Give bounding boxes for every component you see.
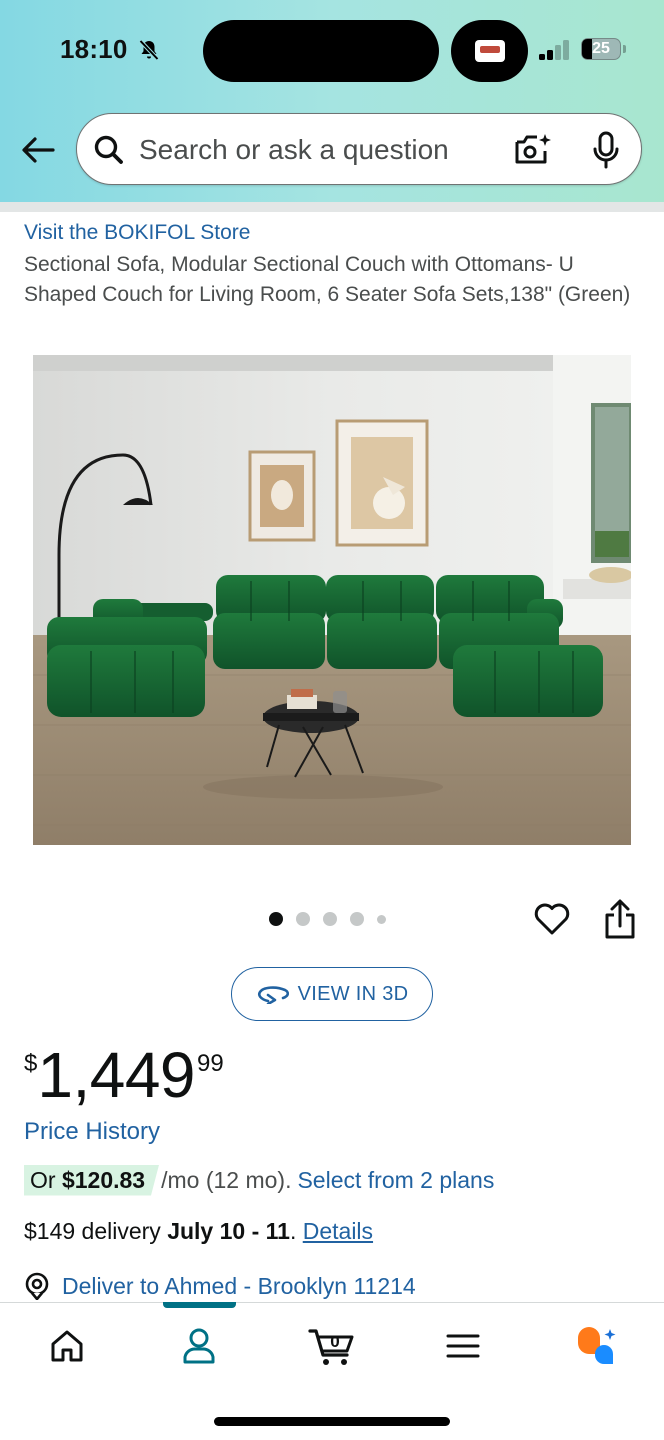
carousel-dot[interactable] xyxy=(377,914,386,924)
price: $ 1,449 99 xyxy=(24,1040,224,1110)
tab-cart[interactable]: 0 xyxy=(302,1321,362,1371)
battery-icon: 25 xyxy=(581,38,621,60)
camera-search-icon[interactable] xyxy=(513,132,553,168)
home-icon xyxy=(51,1330,83,1362)
cassette-icon xyxy=(475,40,505,62)
carousel-dot[interactable] xyxy=(323,912,337,926)
dynamic-island xyxy=(203,20,439,82)
price-currency: $ xyxy=(24,1050,38,1077)
search-icon xyxy=(94,135,123,164)
rotate-3d-icon xyxy=(257,986,289,1004)
cart-icon: 0 xyxy=(308,1329,354,1365)
location-pin-icon xyxy=(25,1272,49,1300)
sofa-room-illustration xyxy=(33,355,631,845)
installment-plan: Or $120.83 /mo (12 mo). Select from 2 pl… xyxy=(24,1163,494,1197)
back-button[interactable] xyxy=(16,130,60,170)
image-carousel-dots[interactable] xyxy=(269,909,386,929)
carousel-dot[interactable] xyxy=(296,912,310,926)
product-image[interactable] xyxy=(33,355,631,845)
tab-account[interactable] xyxy=(169,1321,229,1371)
status-time: 18:10 xyxy=(60,34,128,64)
search-input[interactable] xyxy=(139,130,479,170)
installment-highlight: Or $120.83 xyxy=(24,1164,160,1196)
search-bar[interactable] xyxy=(76,113,642,185)
delivery-separator: . xyxy=(289,1218,303,1244)
heart-icon[interactable] xyxy=(533,900,571,938)
account-icon xyxy=(183,1328,215,1364)
view-in-3d-button[interactable]: VIEW IN 3D xyxy=(231,967,433,1021)
rufus-ai-icon xyxy=(578,1327,616,1364)
price-history-link[interactable]: Price History xyxy=(24,1118,160,1146)
delivery-dates: July 10 - 11 xyxy=(167,1218,290,1244)
header-divider xyxy=(0,202,664,212)
price-whole: 1,449 xyxy=(37,1039,196,1111)
installment-prefix: Or xyxy=(30,1166,62,1193)
active-tab-indicator xyxy=(163,1302,236,1308)
carousel-dot[interactable] xyxy=(269,912,283,926)
carousel-dot[interactable] xyxy=(350,912,364,926)
share-icon[interactable] xyxy=(602,898,638,940)
back-arrow-icon xyxy=(22,137,55,163)
home-indicator[interactable] xyxy=(214,1417,450,1426)
tab-menu[interactable] xyxy=(433,1321,493,1371)
delivery-details-link[interactable]: Details xyxy=(303,1218,373,1244)
view-in-3d-label: VIEW IN 3D xyxy=(297,982,409,1005)
battery-percentage: 25 xyxy=(592,40,610,57)
select-plans-link[interactable]: Select from 2 plans xyxy=(297,1167,494,1194)
deliver-to-row[interactable]: Deliver to Ahmed - Brooklyn 11214 xyxy=(24,1272,416,1300)
deliver-to-label: Deliver to Ahmed - Brooklyn 11214 xyxy=(62,1272,416,1299)
product-title: Sectional Sofa, Modular Sectional Couch … xyxy=(24,253,631,306)
tab-rufus[interactable] xyxy=(565,1321,625,1371)
microphone-icon[interactable] xyxy=(589,130,623,170)
delivery-info: $149 delivery July 10 - 11. Details xyxy=(24,1218,373,1245)
store-link[interactable]: Visit the BOKIFOL Store xyxy=(24,221,250,245)
bell-muted-icon xyxy=(139,39,159,61)
cart-count: 0 xyxy=(330,1332,339,1351)
price-fraction: 99 xyxy=(197,1050,224,1077)
app-header: 18:10 25 xyxy=(0,0,664,202)
installment-term: /mo (12 mo). xyxy=(161,1166,292,1193)
hamburger-menu-icon xyxy=(446,1334,480,1358)
tab-home[interactable] xyxy=(37,1321,97,1371)
delivery-cost: $149 delivery xyxy=(24,1218,168,1244)
installment-amount: $120.83 xyxy=(61,1166,146,1193)
live-activity-pill[interactable] xyxy=(451,20,528,82)
cellular-signal-icon xyxy=(539,40,571,60)
